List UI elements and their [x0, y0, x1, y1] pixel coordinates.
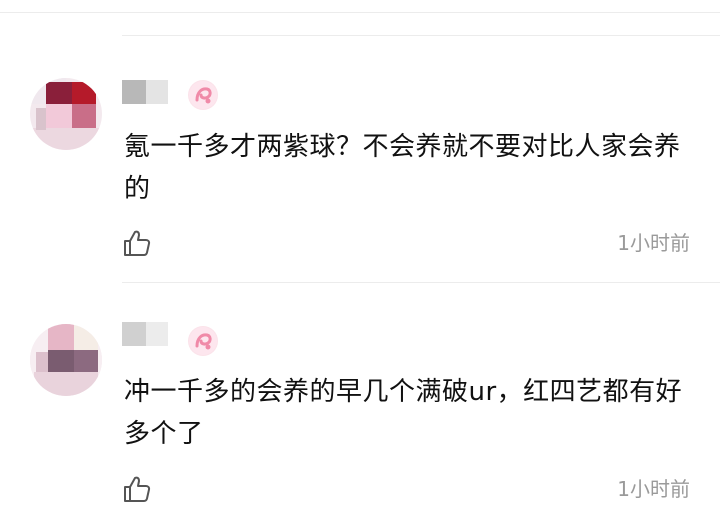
comment-time: 1小时前 — [617, 231, 690, 255]
comment-time: 1小时前 — [617, 477, 690, 501]
avatar[interactable] — [30, 324, 102, 396]
thumbs-up-icon[interactable] — [122, 228, 152, 258]
divider — [122, 35, 720, 36]
thumbs-up-icon[interactable] — [122, 474, 152, 504]
comment-text: 氪一千多才两紫球？不会养就不要对比人家会养的 — [124, 132, 681, 204]
username-redacted[interactable] — [122, 80, 170, 104]
divider — [122, 282, 720, 283]
avatar[interactable] — [30, 78, 102, 150]
comment-list: 氪一千多才两紫球？不会养就不要对比人家会养的 1小时前 冲一千多的会养的早几个满… — [0, 0, 720, 513]
top-divider — [0, 12, 720, 13]
pink-badge-icon — [188, 326, 218, 356]
comment-text: 冲一千多的会养的早几个满破ur，红四艺都有好多个了 — [124, 377, 683, 449]
pink-badge-icon — [188, 80, 218, 110]
username-redacted[interactable] — [122, 322, 170, 346]
